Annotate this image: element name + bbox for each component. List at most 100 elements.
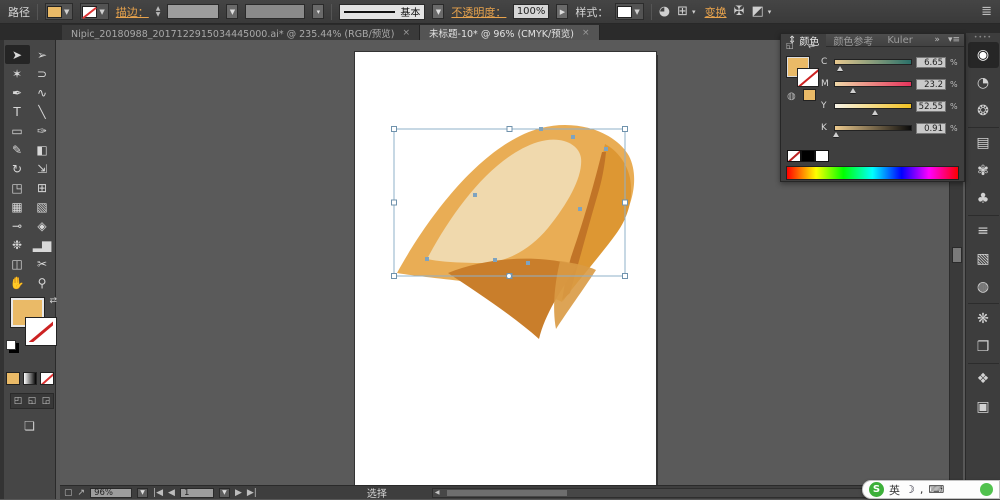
tool-selection[interactable]: ➤	[4, 45, 30, 64]
ime-keyboard-icon[interactable]: ⌨	[928, 483, 944, 496]
tool-artboard[interactable]: ◫	[5, 254, 30, 273]
opacity-dropdown-button[interactable]: ▶	[556, 4, 569, 19]
tool-symbol-sprayer[interactable]: ❉	[5, 235, 30, 254]
stroke-profile-dropdown-button[interactable]: ▾	[312, 4, 325, 19]
channel-slider-c[interactable]	[834, 59, 912, 71]
tool-hand[interactable]: ✋	[5, 273, 30, 292]
document-tab-1[interactable]: Nipic_20180988_2017122915034445000.ai* @…	[62, 25, 421, 40]
dock-panel-color-guide[interactable]: ◔	[968, 70, 999, 96]
close-icon[interactable]: ×	[582, 28, 590, 38]
tab-kuler[interactable]: Kuler	[880, 34, 919, 47]
in-gamut-swatch[interactable]	[803, 89, 816, 101]
draw-behind-button[interactable]: ◱	[25, 394, 39, 408]
dock-panel-swatches[interactable]: ▤	[968, 130, 999, 156]
panel-stroke-swatch[interactable]	[798, 69, 818, 86]
opacity-link[interactable]: 不透明度：	[451, 4, 506, 20]
slider-handle[interactable]	[849, 88, 856, 93]
close-icon[interactable]: ×	[402, 28, 410, 38]
channel-slider-k[interactable]	[832, 125, 912, 137]
first-artboard-icon[interactable]: |◀	[153, 488, 163, 498]
stroke-link[interactable]: 描边：	[116, 4, 149, 20]
zoom-dropdown-button[interactable]: ▼	[137, 487, 149, 498]
tool-direct-selection[interactable]: ➢	[30, 45, 55, 64]
channel-value-y[interactable]: 52.55	[916, 100, 946, 112]
brush-definition-dropdown[interactable]: 基本	[339, 3, 426, 20]
white-swatch[interactable]	[815, 150, 829, 162]
dock-panel-appearance[interactable]: ❋	[968, 306, 999, 332]
brush-dropdown-button[interactable]: ▼	[432, 4, 445, 19]
style-dropdown[interactable]: ▼	[615, 3, 644, 20]
last-artboard-icon[interactable]: ▶|	[247, 488, 257, 498]
ime-punctuation-icon[interactable]: ,	[920, 483, 924, 496]
dock-panel-brushes[interactable]: ✾	[968, 158, 999, 184]
draw-inside-button[interactable]: ◲	[39, 394, 53, 408]
stroke-profile-field[interactable]	[245, 4, 306, 19]
align-dropdown-icon[interactable]: ⊞ ▾	[677, 4, 697, 19]
gradient-button[interactable]	[22, 372, 37, 385]
horizontal-scrollbar-thumb[interactable]	[446, 489, 567, 496]
channel-value-k[interactable]: 0.91	[916, 122, 946, 134]
out-of-gamut-icon[interactable]: ◍	[787, 91, 796, 102]
tool-scale[interactable]: ⇲	[30, 159, 55, 178]
tool-free-transform[interactable]: ◳	[5, 178, 30, 197]
ime-fullhalf-moon-icon[interactable]: ☽	[905, 483, 915, 496]
dock-panel-layers[interactable]: ❖	[968, 366, 999, 392]
default-fill-stroke-icon[interactable]	[6, 340, 16, 350]
slider-handle[interactable]	[832, 132, 839, 137]
none-button[interactable]	[39, 372, 54, 385]
isolate-selection-icon[interactable]: ✠	[734, 4, 745, 19]
dock-panel-graphic-styles[interactable]: ❐	[968, 334, 999, 360]
tool-mesh[interactable]: ▦	[5, 197, 30, 216]
black-swatch[interactable]	[801, 150, 815, 162]
share-icon[interactable]: ↗	[78, 488, 86, 498]
zoom-field[interactable]: 96%	[90, 487, 133, 498]
color-button[interactable]	[5, 372, 20, 385]
center-anchor-point[interactable]	[506, 273, 512, 279]
tool-eyedropper[interactable]: ⊸	[5, 216, 30, 235]
screen-mode-button[interactable]: ❏	[19, 419, 41, 434]
recolor-artwork-icon[interactable]: ◕	[659, 4, 670, 19]
tool-magic-wand[interactable]: ✶	[5, 64, 30, 83]
tool-gradient[interactable]: ▧	[30, 197, 55, 216]
tool-lasso[interactable]: ⊃	[30, 64, 55, 83]
dock-grip[interactable]: ••••	[974, 35, 992, 41]
stroke-color-dropdown[interactable]: ▼	[80, 3, 109, 20]
dock-panel-symbols[interactable]: ♣	[968, 186, 999, 212]
opacity-field[interactable]: 100%	[513, 4, 550, 19]
dock-panel-stroke[interactable]: ≡	[968, 218, 999, 244]
slider-handle[interactable]	[837, 66, 844, 71]
tool-type[interactable]: T	[5, 102, 30, 121]
dock-panel-color[interactable]: ◉	[967, 42, 999, 68]
fill-color-dropdown[interactable]: ▼	[45, 3, 74, 20]
tool-width[interactable]: ∿	[30, 83, 55, 102]
artboard[interactable]	[354, 51, 657, 485]
stroke-swatch[interactable]	[26, 318, 56, 345]
tool-zoom[interactable]: ⚲	[30, 273, 55, 292]
dock-panel-transparency[interactable]: ◍	[968, 274, 999, 300]
swap-fill-stroke-icon[interactable]: ⇄	[49, 296, 57, 306]
color-spectrum-bar[interactable]	[786, 166, 959, 180]
collapse-panel-icon[interactable]: »	[930, 35, 944, 45]
tool-rectangle[interactable]: ▭	[5, 121, 30, 140]
draw-normal-button[interactable]: ◰	[11, 394, 25, 408]
channel-value-c[interactable]: 6.65	[916, 56, 946, 68]
panel-menu-icon[interactable]: ▾≡	[944, 35, 964, 45]
stroke-weight-field[interactable]	[167, 4, 220, 19]
dock-panel-kuler[interactable]: ❂	[968, 98, 999, 124]
artboard-number-field[interactable]: 1	[179, 487, 214, 498]
dock-panel-gradient[interactable]: ▧	[968, 246, 999, 272]
next-artboard-icon[interactable]: ▶	[235, 488, 242, 498]
dock-panel-artboards[interactable]: ▣	[968, 394, 999, 420]
tool-paintbrush[interactable]: ✑	[30, 121, 55, 140]
document-tab-2[interactable]: 未标题-10* @ 96% (CMYK/预览) ×	[420, 25, 600, 40]
tool-rotate[interactable]: ↻	[5, 159, 30, 178]
tool-line-segment[interactable]: ╲	[30, 102, 55, 121]
channel-value-m[interactable]: 23.2	[916, 78, 946, 90]
artboard-dropdown-button[interactable]: ▼	[218, 487, 230, 498]
shape-flap-light[interactable]	[554, 261, 596, 329]
tab-color-guide[interactable]: 颜色参考	[826, 34, 880, 48]
tool-column-graph[interactable]: ▂▆	[30, 235, 55, 254]
slider-handle[interactable]	[871, 110, 878, 115]
none-swatch[interactable]	[787, 150, 801, 162]
ime-toolbox-icon[interactable]	[980, 483, 993, 496]
